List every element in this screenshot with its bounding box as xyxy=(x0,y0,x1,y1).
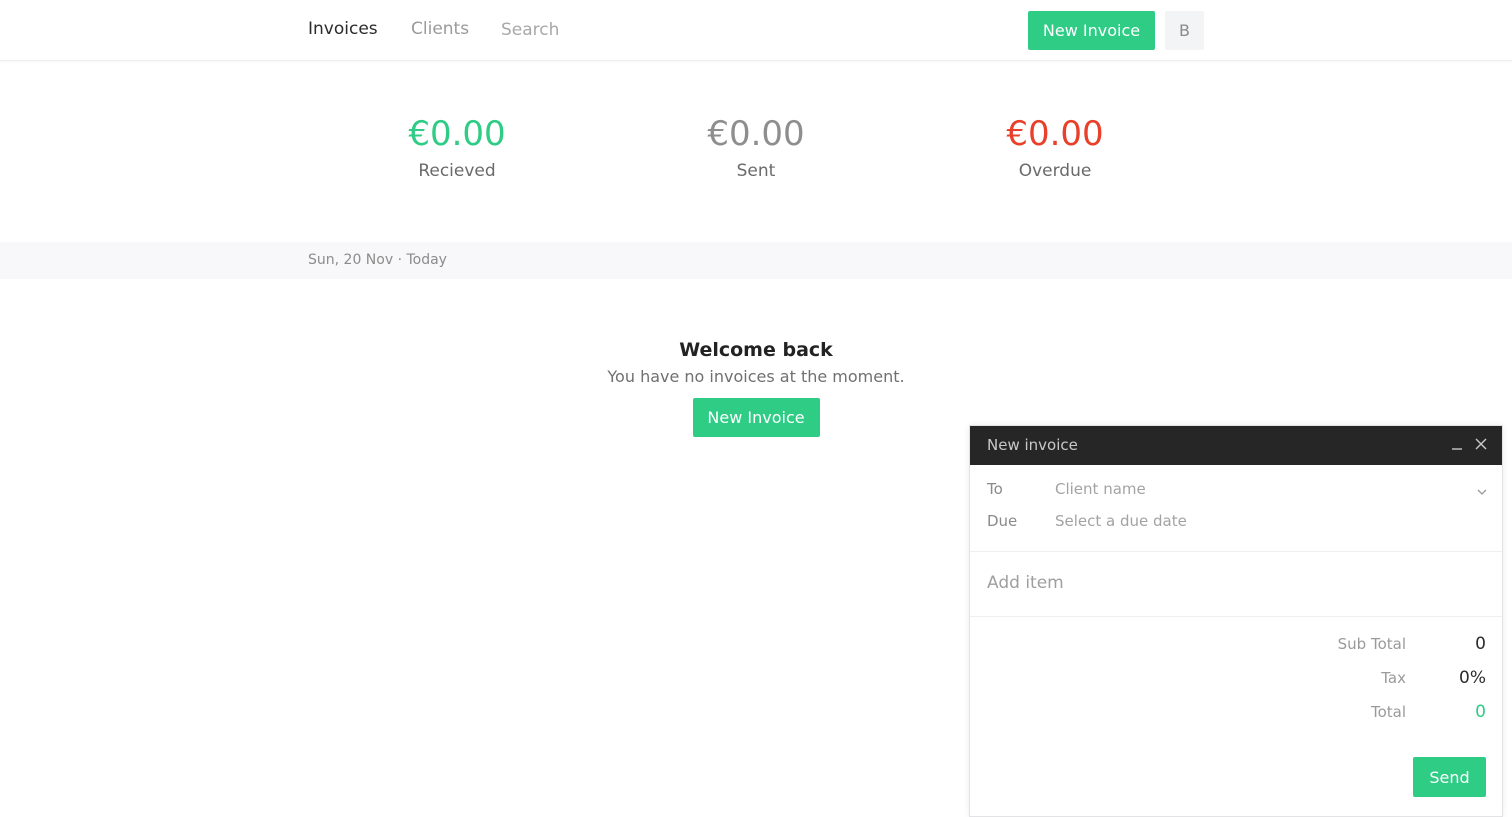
due-field-row: Due xyxy=(987,510,1487,532)
send-button[interactable]: Send xyxy=(1413,757,1486,797)
chevron-glyph xyxy=(1477,489,1487,495)
tax-label: Tax xyxy=(1381,669,1406,687)
nav-invoices[interactable]: Invoices xyxy=(308,18,378,40)
subtotal-row: Sub Total 0 xyxy=(1270,633,1486,655)
date-strip: Sun, 20 Nov · Today xyxy=(0,242,1512,279)
empty-state-new-invoice-button[interactable]: New Invoice xyxy=(692,398,820,437)
due-date-input[interactable] xyxy=(1055,510,1465,532)
stat-sent-amount: €0.00 xyxy=(707,114,805,154)
date-label: Sun, 20 Nov · Today xyxy=(308,252,447,268)
empty-state: Welcome back You have no invoices at the… xyxy=(506,338,1006,437)
panel-header: New invoice xyxy=(970,426,1502,465)
total-row: Total 0 xyxy=(1270,701,1486,723)
close-glyph xyxy=(1475,438,1487,450)
stat-overdue-amount: €0.00 xyxy=(1006,114,1104,154)
new-invoice-panel: New invoice To Due Sub Total 0 xyxy=(969,425,1503,817)
subtotal-label: Sub Total xyxy=(1337,635,1406,653)
stat-received-label: Recieved xyxy=(418,161,496,181)
stat-overdue-label: Overdue xyxy=(1018,161,1092,181)
minimize-glyph xyxy=(1452,448,1462,450)
stat-sent: €0.00 Sent xyxy=(656,112,856,182)
stat-received: €0.00 Recieved xyxy=(357,112,557,182)
top-navigation-bar: Invoices Clients New Invoice B xyxy=(0,0,1512,61)
total-value: 0 xyxy=(1475,702,1486,722)
stat-received-amount: €0.00 xyxy=(408,114,506,154)
tax-row: Tax 0% xyxy=(1270,667,1486,689)
close-icon[interactable] xyxy=(1472,435,1490,453)
panel-title: New invoice xyxy=(987,436,1078,454)
welcome-title: Welcome back xyxy=(679,339,833,361)
add-item-input[interactable] xyxy=(987,570,1467,596)
stat-overdue: €0.00 Overdue xyxy=(955,112,1155,182)
subtotal-value: 0 xyxy=(1475,634,1486,654)
new-invoice-button[interactable]: New Invoice xyxy=(1028,11,1155,50)
search-input[interactable] xyxy=(501,16,701,44)
tax-value[interactable]: 0% xyxy=(1459,667,1486,689)
nav-clients[interactable]: Clients xyxy=(411,18,469,40)
to-field-row: To xyxy=(987,478,1487,500)
total-label: Total xyxy=(1370,703,1406,721)
to-label: To xyxy=(987,480,1003,498)
avatar[interactable]: B xyxy=(1165,11,1204,50)
due-label: Due xyxy=(987,512,1018,530)
minimize-icon[interactable] xyxy=(1448,435,1466,453)
stat-sent-label: Sent xyxy=(736,161,776,181)
chevron-down-icon[interactable] xyxy=(1476,483,1488,495)
client-name-input[interactable] xyxy=(1055,478,1465,500)
welcome-subtitle: You have no invoices at the moment. xyxy=(607,367,905,386)
divider xyxy=(970,616,1502,617)
divider xyxy=(970,551,1502,552)
